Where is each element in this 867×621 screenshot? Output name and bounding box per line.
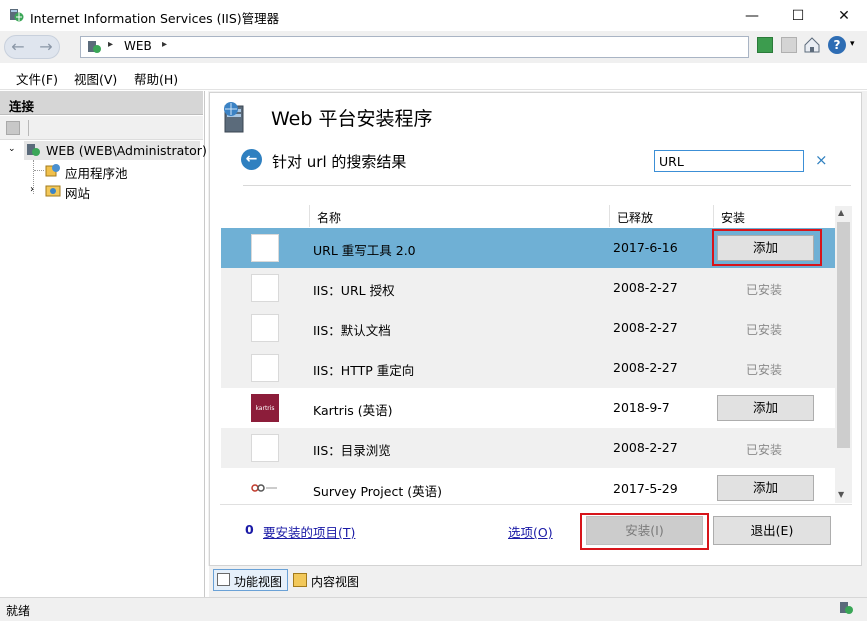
table-row[interactable]: IIS：HTTP 重定向 2008-2-27 已安装 (221, 348, 835, 388)
web-pi-icon (219, 100, 255, 139)
breadcrumb-web[interactable]: WEB (124, 39, 152, 53)
scroll-up-icon[interactable]: ▲ (838, 208, 844, 217)
search-input[interactable] (654, 150, 804, 172)
server-icon (86, 39, 102, 58)
kartris-logo: kartris (251, 394, 279, 422)
product-thumbnail (251, 434, 279, 462)
product-date: 2018-9-7 (613, 400, 670, 415)
stop-icon[interactable] (781, 37, 797, 53)
forward-arrow-icon[interactable]: → (36, 38, 56, 56)
product-name: IIS：目录浏览 (313, 443, 391, 458)
column-divider (713, 205, 714, 227)
product-date: 2017-5-29 (613, 481, 678, 496)
scroll-down-icon[interactable]: ▼ (838, 490, 844, 499)
product-name: IIS：HTTP 重定向 (313, 363, 415, 378)
tab-features-label: 功能视图 (234, 575, 283, 589)
status-server-icon (838, 600, 854, 619)
column-divider (309, 205, 310, 227)
product-name: URL 重写工具 2.0 (313, 243, 416, 258)
tree-item-app-pools[interactable]: 应用程序池 (65, 163, 128, 182)
maximize-button[interactable]: ☐ (775, 0, 821, 31)
back-circle-icon[interactable]: ← (241, 149, 262, 170)
product-name: IIS：默认文档 (313, 323, 391, 338)
pending-count: 0 (245, 522, 254, 537)
menu-file[interactable]: 文件(F) (16, 69, 58, 88)
tree-item-sites[interactable]: 网站 (65, 183, 90, 202)
exit-button[interactable]: 退出(E) (713, 516, 831, 545)
breadcrumb-separator: ▸ (108, 39, 114, 50)
window-title: Internet Information Services (IIS)管理器 (30, 11, 280, 26)
clear-search-button[interactable]: × (815, 151, 828, 169)
iis-app-icon (8, 7, 24, 23)
create-connection-icon[interactable] (6, 121, 20, 135)
breadcrumb-separator[interactable]: ▸ (162, 39, 167, 50)
installed-status: 已安装 (745, 363, 782, 377)
sites-folder-icon (45, 182, 61, 201)
product-date: 2008-2-27 (613, 440, 678, 455)
status-text: 就绪 (6, 604, 31, 618)
expand-arrow-icon[interactable]: › (30, 184, 34, 195)
server-icon (25, 142, 41, 161)
product-thumbnail (251, 354, 279, 382)
survey-project-logo (251, 482, 279, 496)
view-tabs-bar (209, 566, 867, 597)
product-date: 2008-2-27 (613, 280, 678, 295)
chevron-down-icon[interactable]: ▾ (850, 39, 855, 49)
status-bar (0, 597, 867, 621)
column-header-name[interactable]: 名称 (317, 209, 341, 226)
product-name: Survey Project (英语) (313, 484, 442, 499)
installed-status: 已安装 (745, 443, 782, 457)
options-link[interactable]: 选项(O) (508, 522, 553, 541)
table-row[interactable]: kartris Kartris (英语) 2018-9-7 添加 (221, 388, 835, 428)
add-button[interactable]: 添加 (717, 475, 814, 501)
app-pool-icon (45, 162, 61, 181)
tree-line (34, 170, 44, 171)
table-row[interactable]: IIS：目录浏览 2008-2-27 已安装 (221, 428, 835, 468)
home-icon[interactable] (803, 36, 821, 57)
product-name: Kartris (英语) (313, 403, 393, 418)
back-arrow-icon[interactable]: ← (8, 38, 28, 56)
refresh-icon[interactable] (757, 37, 773, 53)
product-thumbnail (251, 314, 279, 342)
page-title: Web 平台安装程序 (271, 108, 433, 130)
collapse-arrow-icon[interactable]: ⌄ (8, 144, 16, 154)
tree-item-web[interactable]: WEB (WEB\Administrator) (46, 143, 207, 158)
column-header-install[interactable]: 安装 (721, 209, 745, 226)
column-divider (609, 205, 610, 227)
product-thumbnail (251, 234, 279, 262)
connections-toolbar (0, 116, 203, 140)
product-name: IIS：URL 授权 (313, 283, 395, 298)
close-button[interactable]: ✕ (821, 0, 867, 31)
highlight-box (712, 229, 822, 266)
installed-status: 已安装 (745, 283, 782, 297)
menu-bar (0, 63, 867, 90)
product-date: 2008-2-27 (613, 360, 678, 375)
content-view-icon (293, 573, 307, 587)
product-date: 2008-2-27 (613, 320, 678, 335)
installed-status: 已安装 (745, 323, 782, 337)
toolbar-divider (28, 120, 29, 136)
scrollbar-thumb[interactable] (837, 222, 850, 448)
product-thumbnail (251, 274, 279, 302)
divider (243, 185, 851, 186)
divider (220, 504, 852, 505)
menu-view[interactable]: 视图(V) (74, 69, 117, 88)
items-to-install-link[interactable]: 要安装的项目(T) (263, 522, 355, 541)
features-view-icon (217, 573, 230, 586)
table-row[interactable]: IIS：默认文档 2008-2-27 已安装 (221, 308, 835, 348)
add-button[interactable]: 添加 (717, 395, 814, 421)
help-icon[interactable]: ? (828, 36, 846, 54)
menu-help[interactable]: 帮助(H) (134, 69, 178, 88)
address-bar[interactable] (80, 36, 749, 58)
search-results-heading: 针对 url 的搜索结果 (272, 153, 407, 171)
connections-header: 连接 (0, 91, 203, 115)
table-row[interactable]: IIS：URL 授权 2008-2-27 已安装 (221, 268, 835, 308)
minimize-button[interactable]: — (729, 0, 775, 31)
tab-content-view[interactable]: 内容视图 (311, 573, 359, 590)
product-date: 2017-6-16 (613, 240, 678, 255)
table-row[interactable]: Survey Project (英语) 2017-5-29 添加 (221, 468, 835, 503)
column-header-released[interactable]: 已释放 (617, 209, 653, 226)
highlight-box (580, 513, 709, 550)
